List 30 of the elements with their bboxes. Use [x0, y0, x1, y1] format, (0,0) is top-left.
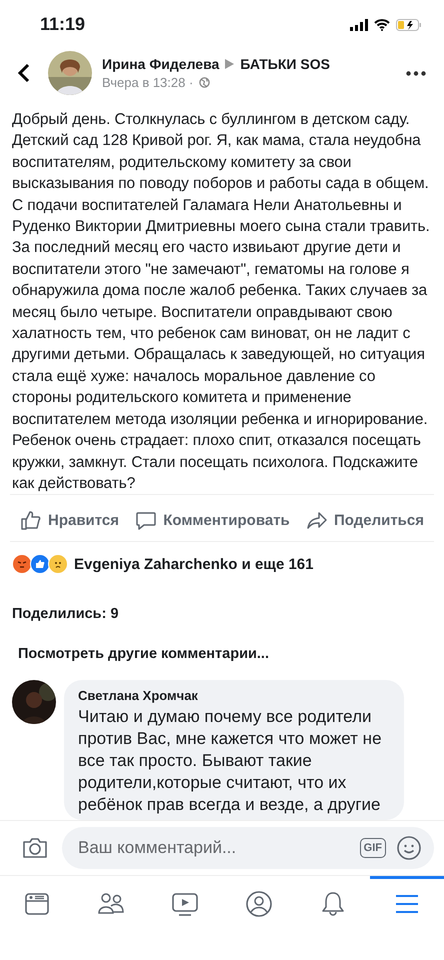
video-icon: [171, 891, 199, 918]
action-button[interactable]: Комментировать: [135, 509, 290, 532]
news-feed-icon: [24, 891, 50, 918]
shares-count[interactable]: Поделились: 9: [0, 588, 444, 622]
smiley-icon[interactable]: [396, 835, 422, 862]
post-time: Вчера в 13:28 ·: [102, 75, 194, 90]
action-button[interactable]: Нравится: [20, 509, 120, 532]
author-name[interactable]: Ирина Фиделева: [102, 56, 220, 72]
profile-icon: [245, 890, 273, 918]
triangle-icon: [225, 59, 234, 69]
wifi-icon: [374, 18, 390, 30]
action-button[interactable]: Поделиться: [306, 509, 424, 532]
back-icon[interactable]: [18, 63, 30, 83]
more-icon[interactable]: [406, 70, 426, 76]
comment-field[interactable]: Ваш комментарий... GIF: [62, 827, 434, 870]
globe-icon: [199, 77, 210, 88]
comment-author[interactable]: Светлана Хромчак: [78, 688, 390, 704]
battery-icon: [396, 18, 422, 30]
post-text: Добрый день. Столкнулась с буллингом в детском саду. Детский сад 128 Кривой рог. Я, как мама, стала неудобна воспитателям, родительскому комитету за свои высказывания по поводу поборов и работы сада в общем. С подачи воспитателей Галамага Нели Анатольевны и Руденко Виктории Дмитриевны моего сына стали травить. За последний месяц его часто извиьают другие дети и воспитатели этого "не замечают", гематомы на голове я обнаружила дома после жалоб ребенка. Таких случаев за месяц было четыре. Воспитатели оправдывают свою халатность тем, что ребенок сам виноват, он не ладит с другими детьми. Обращалась к заведующей, но ситуация стала ещё хуже: началось моральное давление со стороны родительского комитета и применение воспитателем метода изоляции ребенка и игнорирование. Ребенок очень страдает: плохо спит, отказался посещать кружки, замкнут. Стали посещать психолога. Подскажите как действовать?: [12, 110, 431, 494]
menu-icon: [395, 893, 419, 916]
bell-icon: [321, 890, 345, 918]
more-comments-link[interactable]: Посмотреть другие комментарии...: [0, 622, 444, 662]
gif-button[interactable]: GIF: [360, 838, 386, 858]
group-name[interactable]: БАТЬКИ SOS: [240, 56, 330, 72]
status-time: 11:19: [40, 14, 86, 35]
signal-icon: [350, 18, 368, 30]
comment-text: Читаю и думаю почему все родители против Вас, мне кажется что может не все так просто. Бывают такие родители,которые считают, что их ребёнок прав всегда и везде, а другие: [78, 706, 383, 816]
reactions-summary[interactable]: Evgeniya Zaharchenko и еще 161: [74, 556, 314, 573]
camera-icon[interactable]: [22, 837, 48, 860]
thumbs-up-icon: [20, 509, 42, 532]
